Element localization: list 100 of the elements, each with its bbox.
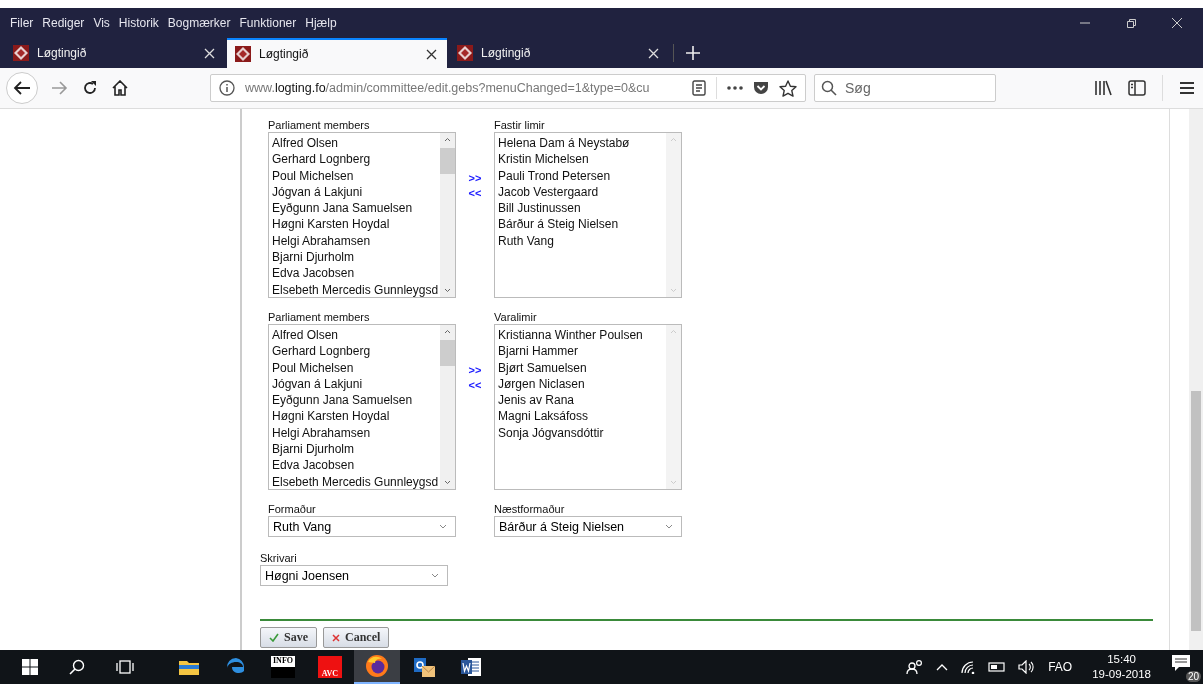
member-listbox[interactable]: Alfred Olsen Gerhard Lognberg Poul Michelsen Jógvan á Lakjuni Eyðgunn Jana Samuelsen Høgni Karsten Hoydal Helgi Abrahamsen Bjarni Djurholm Edva Jacobsen Elsebeth Mercedis Gunnleygsd	[268, 132, 456, 298]
add-member-link[interactable]: >>	[468, 172, 482, 184]
member-listbox[interactable]: Alfred Olsen Gerhard Lognberg Poul Michelsen Jógvan á Lakjuni Eyðgunn Jana Samuelsen Høgni Karsten Hoydal Helgi Abrahamsen Bjarni Djurholm Edva Jacobsen Elsebeth Mercedis Gunnleygsd	[268, 324, 456, 490]
list-option[interactable]: Kristianna Winther Poulsen	[498, 327, 666, 344]
list-option[interactable]: Sonja Jógvansdóttir	[498, 424, 666, 442]
reader-view-icon[interactable]	[692, 80, 706, 96]
menu-item[interactable]: Vis	[93, 16, 110, 30]
scrollbar-thumb[interactable]	[1191, 391, 1201, 631]
list-option[interactable]: Bjarni Djurholm	[272, 441, 440, 458]
list-option[interactable]: Bjarni Hammer	[498, 343, 666, 360]
scrollbar-thumb[interactable]	[440, 148, 455, 174]
list-option[interactable]: Eyðgunn Jana Samuelsen	[272, 200, 440, 217]
list-option[interactable]: Bárður á Steig Nielsen	[498, 216, 666, 233]
remove-member-link[interactable]: <<	[468, 379, 482, 391]
search-icon[interactable]	[69, 659, 85, 675]
people-icon[interactable]	[906, 659, 925, 675]
reload-icon[interactable]	[82, 80, 98, 96]
list-option[interactable]: Elsebeth Mercedis Gunnleygsd	[272, 473, 440, 489]
menu-item[interactable]: Historik	[118, 16, 159, 30]
new-tab-icon[interactable]	[686, 46, 700, 60]
cancel-button[interactable]: Cancel	[323, 627, 390, 648]
sidebar-icon[interactable]	[1128, 80, 1146, 96]
list-option[interactable]: Magni Laksáfoss	[498, 408, 666, 425]
volume-icon[interactable]	[1018, 660, 1037, 674]
list-option[interactable]: Edva Jacobsen	[272, 457, 440, 474]
pocket-icon[interactable]	[753, 81, 769, 95]
list-option[interactable]: Høgni Karsten Hoydal	[272, 216, 440, 233]
close-icon[interactable]	[1171, 17, 1183, 29]
list-option[interactable]: Poul Michelsen	[272, 167, 440, 184]
dropdown[interactable]: Ruth Vang	[268, 516, 456, 537]
list-option[interactable]: Bjørt Samuelsen	[498, 359, 666, 376]
dropdown[interactable]: Bárður á Steig Nielsen	[494, 516, 682, 537]
scrollbar[interactable]	[440, 325, 455, 489]
list-option[interactable]: Helgi Abrahamsen	[272, 424, 440, 442]
list-option[interactable]: Gerhard Lognberg	[272, 151, 440, 168]
close-tab-icon[interactable]	[426, 48, 437, 60]
list-option[interactable]: Helgi Abrahamsen	[272, 232, 440, 250]
taskbar-app[interactable]: INFO	[260, 650, 306, 684]
taskbar-app[interactable]	[354, 650, 400, 684]
dropdown[interactable]: Høgni Joensen	[260, 565, 448, 586]
star-icon[interactable]	[779, 79, 797, 97]
list-option[interactable]: Kristin Michelsen	[498, 151, 666, 168]
clock[interactable]: 15:40 19-09-2018	[1092, 652, 1151, 682]
list-option[interactable]: Elsebeth Mercedis Gunnleygsd	[272, 281, 440, 297]
menu-item[interactable]: Hjælp	[305, 16, 337, 30]
menu-item[interactable]: Filer	[10, 16, 34, 30]
library-icon[interactable]	[1094, 80, 1112, 96]
list-option[interactable]: Ruth Vang	[498, 232, 666, 250]
scrollbar-thumb[interactable]	[440, 340, 455, 366]
input-language[interactable]: FAO	[1048, 660, 1073, 674]
more-icon[interactable]	[727, 86, 743, 90]
taskbar-app[interactable]: AVC	[307, 650, 353, 684]
chevron-up-icon[interactable]	[936, 663, 949, 671]
scrollbar[interactable]	[1189, 109, 1203, 650]
list-option[interactable]: Eyðgunn Jana Samuelsen	[272, 392, 440, 409]
menu-item[interactable]: Funktioner	[239, 16, 297, 30]
remove-member-link[interactable]: <<	[468, 187, 482, 199]
list-option[interactable]: Edva Jacobsen	[272, 265, 440, 282]
info-icon[interactable]	[219, 80, 235, 96]
list-option[interactable]: Helena Dam á Neystabø	[498, 135, 666, 152]
list-option[interactable]: Bill Justinussen	[498, 200, 666, 217]
menu-item[interactable]: Rediger	[42, 16, 85, 30]
browser-tab[interactable]: Løgtingið	[227, 38, 447, 68]
scroll-up-icon[interactable]	[444, 329, 451, 334]
scroll-down-icon[interactable]	[444, 288, 451, 293]
notifications-icon[interactable]	[1171, 654, 1191, 672]
address-bar[interactable]: www.logting.fo/admin/committee/edit.gebs?menuChanged=1&type=0&cu	[210, 74, 806, 102]
restore-icon[interactable]	[1125, 17, 1137, 29]
task-view-icon[interactable]	[116, 660, 134, 674]
menu-item[interactable]: Bogmærker	[167, 16, 231, 30]
home-icon[interactable]	[112, 80, 128, 96]
list-option[interactable]: Jenis av Rana	[498, 392, 666, 409]
windows-start-icon[interactable]	[22, 659, 38, 675]
search-field[interactable]: Søg	[814, 74, 996, 102]
list-option[interactable]: Bjarni Djurholm	[272, 249, 440, 266]
forward-icon[interactable]	[52, 81, 68, 95]
wifi-icon[interactable]	[960, 660, 977, 674]
battery-icon[interactable]	[988, 661, 1007, 673]
save-button[interactable]: Save	[260, 627, 317, 648]
list-option[interactable]: Alfred Olsen	[272, 135, 440, 152]
list-option[interactable]: Jacob Vestergaard	[498, 183, 666, 201]
list-option[interactable]: Jógvan á Lakjuni	[272, 375, 440, 393]
scroll-up-icon[interactable]	[444, 137, 451, 142]
back-button[interactable]	[6, 72, 38, 104]
scroll-up-icon	[670, 329, 677, 334]
browser-tab[interactable]: Løgtingið	[5, 38, 225, 68]
list-option[interactable]: Høgni Karsten Hoydal	[272, 408, 440, 425]
add-member-link[interactable]: >>	[468, 364, 482, 376]
list-option[interactable]: Jørgen Niclasen	[498, 375, 666, 393]
list-option[interactable]: Jógvan á Lakjuni	[272, 183, 440, 201]
browser-tab[interactable]: Løgtingið	[449, 38, 669, 68]
list-option[interactable]: Gerhard Lognberg	[272, 343, 440, 360]
list-option[interactable]: Pauli Trond Petersen	[498, 167, 666, 184]
list-option[interactable]: Poul Michelsen	[272, 359, 440, 376]
list-option[interactable]: Alfred Olsen	[272, 327, 440, 344]
menu-icon[interactable]	[1179, 81, 1195, 95]
member-listbox[interactable]: Helena Dam á Neystabø Kristin Michelsen Pauli Trond Petersen Jacob Vestergaard Bill Justinussen Bárður á Steig Nielsen Ruth Vang	[494, 132, 682, 298]
scrollbar[interactable]	[440, 133, 455, 297]
member-listbox[interactable]: Kristianna Winther Poulsen Bjarni Hammer Bjørt Samuelsen Jørgen Niclasen Jenis av Rana Magni Laksáfoss Sonja Jógvansdóttir	[494, 324, 682, 490]
scroll-down-icon[interactable]	[444, 480, 451, 485]
